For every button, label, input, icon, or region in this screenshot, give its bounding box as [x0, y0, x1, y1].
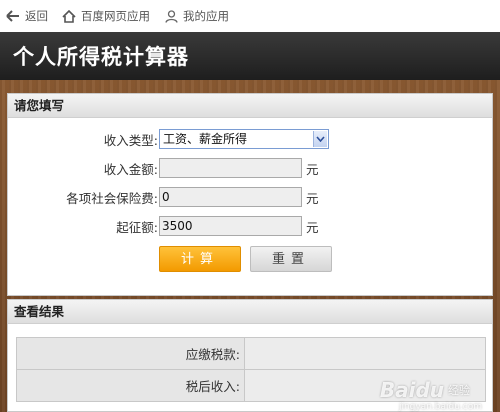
insurance-row: 各项社会保险费: 0 元: [8, 186, 494, 208]
page-title: 个人所得税计算器: [13, 45, 189, 69]
back-link[interactable]: 返回: [6, 8, 48, 24]
watermark-brand: Baidu: [379, 378, 444, 402]
income-amount-unit: 元: [306, 161, 319, 177]
reset-button[interactable]: 重置: [250, 246, 332, 272]
top-nav: 返回 百度网页应用 我的应用: [0, 0, 500, 32]
input-section-title: 请您填写: [8, 94, 492, 118]
threshold-label: 起征额:: [116, 219, 158, 235]
income-amount-label: 收入金额:: [103, 161, 158, 177]
chevron-down-icon[interactable]: [313, 131, 327, 147]
insurance-unit: 元: [306, 190, 319, 206]
income-amount-row: 收入金额: 元: [8, 157, 494, 179]
tax-payable-label: 应缴税款:: [16, 337, 245, 370]
baidu-jingyan-watermark: Baidu 经验: [380, 378, 470, 402]
threshold-row: 起征额: 3500 元: [8, 215, 494, 237]
income-type-value: 工资、薪金所得: [163, 132, 248, 146]
baidu-apps-label: 百度网页应用: [81, 9, 150, 23]
my-apps-link[interactable]: 我的应用: [164, 8, 229, 24]
income-amount-input[interactable]: [159, 158, 302, 178]
back-label: 返回: [25, 9, 48, 23]
income-type-select[interactable]: 工资、薪金所得: [159, 129, 329, 149]
watermark-url: jingyan.baidu.com: [398, 402, 482, 412]
income-type-label: 收入类型:: [103, 132, 158, 148]
back-arrow-icon: [6, 9, 20, 23]
baidu-apps-link[interactable]: 百度网页应用: [62, 8, 150, 24]
watermark-sub: 经验: [448, 384, 470, 397]
calculate-button[interactable]: 计算: [159, 246, 241, 272]
threshold-unit: 元: [306, 219, 319, 235]
title-bar: 个人所得税计算器: [0, 32, 500, 80]
income-type-row: 收入类型: 工资、薪金所得: [8, 128, 494, 150]
user-icon: [164, 9, 178, 23]
insurance-input[interactable]: 0: [159, 187, 302, 207]
threshold-input[interactable]: 3500: [159, 216, 302, 236]
my-apps-label: 我的应用: [183, 9, 229, 23]
tax-payable-value: [244, 337, 486, 370]
home-icon: [62, 9, 76, 23]
table-row: 应缴税款:: [16, 337, 486, 370]
insurance-label: 各项社会保险费:: [66, 190, 158, 206]
results-section-title: 查看结果: [8, 300, 492, 324]
after-tax-label: 税后收入:: [16, 369, 245, 402]
input-panel: 请您填写 收入类型: 工资、薪金所得 收入金额: 元 各项社会保险费: 0 元 …: [7, 93, 493, 296]
